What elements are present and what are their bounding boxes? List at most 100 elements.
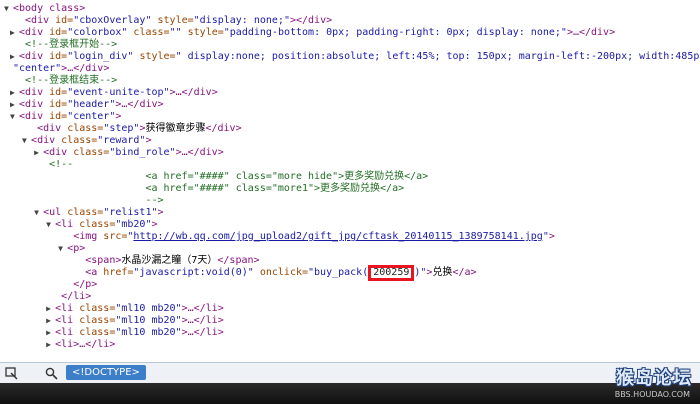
code-token: <!--登录框开始--> <box>25 39 118 50</box>
code-token: "" <box>169 27 182 38</box>
code-token: "cboxOverlay" <box>73 15 152 26</box>
expand-arrow-icon[interactable]: ▶ <box>10 51 19 63</box>
dom-tree-line[interactable]: </p> <box>64 279 97 291</box>
code-token: >…</div> <box>61 63 110 74</box>
code-token: <li <box>55 303 80 314</box>
code-token: id= <box>49 99 68 110</box>
code-token: <div <box>31 135 62 146</box>
code-token: class= <box>61 135 98 146</box>
dom-tree-line[interactable]: ▶ <li class="ml10 mb20">…</li> <box>46 303 224 315</box>
dom-tree-line[interactable]: ▼ <li class="mb20"> <box>46 219 157 231</box>
dom-tree-line[interactable]: ▼ <body class> <box>4 3 85 15</box>
code-token: )" <box>414 267 427 278</box>
code-token: ></div> <box>289 15 333 26</box>
code-token: <div <box>19 111 50 122</box>
code-token: "reward" <box>97 135 146 146</box>
dom-tree-line[interactable]: <span>水晶沙漏之瞳（7天）</span> <box>76 255 259 267</box>
code-token: </span> <box>217 255 260 266</box>
code-token: "display: none;" <box>193 15 290 26</box>
dom-tree-line[interactable]: ▶ <div id="colorbox" class="" style="padd… <box>10 27 615 39</box>
code-token[interactable]: http://wb.qq.com/jpg_upload2/gift_jpg/cf… <box>133 231 542 242</box>
code-token: </p> <box>73 279 98 290</box>
code-token: > <box>145 135 152 146</box>
dom-tree-line[interactable]: "center">…</div> <box>4 63 109 75</box>
search-icon[interactable] <box>42 365 60 381</box>
expand-arrow-icon[interactable]: ▶ <box>46 339 55 351</box>
code-token: > <box>115 111 122 122</box>
code-token: href= <box>103 267 134 278</box>
code-token: "buy_pack( <box>308 267 369 278</box>
dom-tree-line[interactable]: <!-- <box>40 159 73 171</box>
expand-arrow-icon[interactable]: ▶ <box>10 27 19 39</box>
dom-tree-line[interactable]: <div id="cboxOverlay" style="display: no… <box>16 15 332 27</box>
collapse-arrow-icon[interactable]: ▼ <box>34 207 43 219</box>
node-select-icon[interactable] <box>2 365 20 381</box>
code-token: </li> <box>61 291 92 302</box>
dom-tree-line[interactable]: ▶ <div id="event-unite-top">…</div> <box>10 87 218 99</box>
code-token: <div <box>19 51 50 62</box>
dom-tree-line[interactable]: </li> <box>52 291 91 303</box>
expand-arrow-icon[interactable]: ▶ <box>34 147 43 159</box>
dom-tree-line[interactable]: <!--登录框开始--> <box>16 39 117 51</box>
code-token: <img <box>73 231 104 242</box>
dom-tree-line[interactable]: ▶ <div id="header">…</div> <box>10 99 164 111</box>
breadcrumb-doctype[interactable]: <!DOCTYPE> <box>66 365 146 380</box>
code-token: "login_div" <box>67 51 134 62</box>
code-token: 水晶沙漏之瞳（7天） <box>121 255 218 266</box>
code-token: style= <box>181 27 224 38</box>
code-token: >…</div> <box>566 27 616 38</box>
collapse-arrow-icon[interactable]: ▼ <box>4 3 13 15</box>
code-token: <div <box>43 147 74 158</box>
code-token: <div <box>37 123 68 134</box>
dom-tree-line[interactable]: --> <box>136 195 163 207</box>
watermark-sub-text: BBS.HOUDAO.COM <box>614 390 690 399</box>
dom-tree-line[interactable]: ▶ <div class="bind_role">…</div> <box>34 147 224 159</box>
code-token: 兑换 <box>432 267 453 278</box>
code-token: <li <box>55 315 80 326</box>
code-token: "ml10 mb20" <box>115 303 182 314</box>
expand-arrow-icon[interactable]: ▶ <box>46 303 55 315</box>
dom-tree-line[interactable]: ▶ <li>…</li> <box>46 339 115 351</box>
dom-tree-line[interactable]: ▶ <div id="login_div" style=" display:non… <box>10 51 700 63</box>
expand-arrow-icon[interactable]: ▶ <box>46 315 55 327</box>
code-token: id= <box>49 27 68 38</box>
dom-tree-line[interactable]: ▼ <ul class="relist1"> <box>34 207 163 219</box>
code-token: <!--登录框结束--> <box>25 75 118 86</box>
dom-tree-line[interactable]: <img src="http://wb.qq.com/jpg_upload2/g… <box>64 231 555 243</box>
dom-tree-line[interactable]: ▶ <li class="ml10 mb20">…</li> <box>46 327 224 339</box>
code-token: id= <box>49 111 68 122</box>
code-token: >…</div> <box>115 99 164 110</box>
code-token: >…</li> <box>181 327 224 338</box>
dom-tree-line[interactable]: ▼ <div class="reward"> <box>22 135 151 147</box>
code-token: "colorbox" <box>67 27 128 38</box>
dom-tree-line[interactable]: <!--登录框结束--> <box>16 75 117 87</box>
collapse-arrow-icon[interactable]: ▼ <box>58 243 67 255</box>
code-token: <div <box>19 99 50 110</box>
dom-tree-line[interactable]: <div class="step">获得徽章步骤</div> <box>28 123 242 135</box>
dom-tree-pane[interactable]: ▼ <body class> <div id="cboxOverlay" style… <box>0 0 700 362</box>
dom-tree-line[interactable]: <a href="####" class="more1">更多奖励兑换</a> <box>136 183 404 195</box>
code-token: <!-- <box>49 159 74 170</box>
dom-tree-line[interactable]: ▼ <div id="center"> <box>10 111 121 123</box>
code-token: >…</div> <box>175 147 224 158</box>
code-token: " display:none; position:absolute; left:… <box>175 51 700 62</box>
collapse-arrow-icon[interactable]: ▼ <box>10 111 19 123</box>
watermark-logo: 猴岛论坛 BBS.HOUDAO.COM <box>592 364 692 404</box>
code-token: <div <box>25 15 56 26</box>
dom-tree-line[interactable]: <a href="####" class="more hide">更多奖励兑换<… <box>136 171 428 183</box>
code-token: "padding-bottom: 0px; padding-right: 0px… <box>223 27 567 38</box>
code-token: <li>…</li> <box>55 339 116 350</box>
code-token: <a href="####" class="more hide">更多奖励兑换<… <box>145 171 429 182</box>
dom-tree-line[interactable]: <a href="javascript:void(0)" onclick="bu… <box>76 265 477 281</box>
code-token: <p> <box>67 243 86 254</box>
dom-tree-line[interactable]: ▶ <li class="ml10 mb20">…</li> <box>46 315 224 327</box>
collapse-arrow-icon[interactable]: ▼ <box>46 219 55 231</box>
code-token: id= <box>55 15 74 26</box>
collapse-arrow-icon[interactable]: ▼ <box>22 135 31 147</box>
code-token: "ml10 mb20" <box>115 315 182 326</box>
dom-tree-line[interactable]: ▼ <p> <box>58 243 85 255</box>
expand-arrow-icon[interactable]: ▶ <box>10 87 19 99</box>
code-token: src= <box>103 231 128 242</box>
expand-arrow-icon[interactable]: ▶ <box>46 327 55 339</box>
expand-arrow-icon[interactable]: ▶ <box>10 99 19 111</box>
